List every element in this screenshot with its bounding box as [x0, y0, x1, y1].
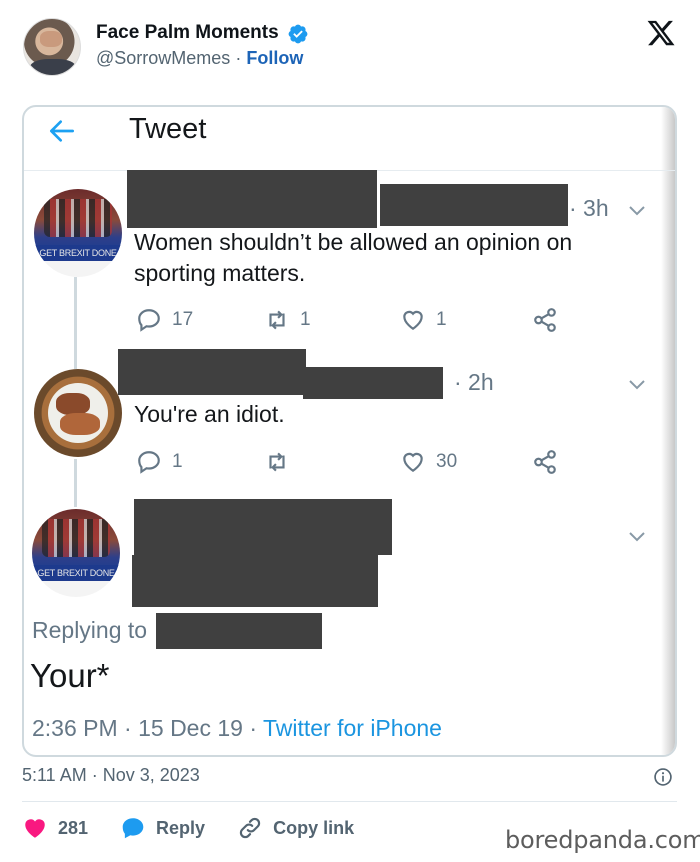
back-arrow-icon — [50, 120, 74, 142]
verified-badge-icon — [288, 24, 308, 44]
tweet1-retweet-action: 1 — [264, 307, 311, 333]
screenshot-footer-source: Twitter for iPhone — [262, 715, 442, 741]
tweet2-reply-action: 1 — [136, 449, 183, 475]
follow-button[interactable]: Follow — [246, 48, 303, 68]
chevron-down-icon — [629, 380, 645, 390]
thread-line — [74, 277, 77, 369]
screenshot-edge-shadow — [661, 107, 675, 755]
reply-label: Reply — [156, 817, 206, 838]
reply-bubble-icon — [138, 451, 160, 474]
avatar-crowd — [42, 519, 110, 557]
like-button[interactable]: 281 — [22, 815, 88, 841]
screenshot-footer: 2:36 PM · 15 Dec 19 · Twitter for iPhone — [32, 715, 442, 742]
redacted-name — [118, 349, 306, 395]
author-avatar[interactable] — [23, 18, 81, 76]
redacted-name — [127, 170, 377, 228]
redacted-handle — [132, 555, 378, 607]
post-actions: 281 Reply Copy link — [22, 813, 386, 843]
avatar-food — [56, 393, 90, 415]
screenshot-topbar: Tweet — [24, 107, 675, 171]
heart-icon — [403, 310, 423, 330]
tweet1-retweet-count: 1 — [300, 309, 311, 330]
heart-filled-icon — [25, 819, 45, 838]
author-handle-row: @SorrowMemes · Follow — [96, 48, 303, 69]
post-card: Face Palm Moments @SorrowMemes · Follow … — [0, 0, 700, 862]
author-handle[interactable]: @SorrowMemes — [96, 48, 230, 68]
redacted-handle — [303, 367, 443, 399]
copy-link-label: Copy link — [273, 817, 355, 838]
redacted-reply-target — [156, 613, 322, 649]
tweet1-time: · 3h — [569, 195, 609, 221]
reply-button[interactable]: Reply — [120, 815, 205, 841]
watermark: boredpanda.com — [505, 826, 700, 854]
tweet1-like-action: 1 — [400, 307, 447, 333]
avatar-banner-text: GET BREXIT DONE — [34, 245, 122, 261]
x-logo-icon[interactable] — [646, 18, 676, 48]
tweet2-retweet-action — [264, 449, 300, 475]
tweet1-avatar: GET BREXIT DONE — [34, 189, 122, 277]
avatar-hand — [40, 31, 62, 47]
like-count: 281 — [58, 817, 89, 838]
replying-to-label: Replying to — [32, 617, 148, 643]
reply-bubble-icon — [138, 309, 160, 332]
avatar-banner-text: GET BREXIT DONE — [32, 565, 120, 581]
screenshot-footer-time: 2:36 PM · 15 Dec 19 · — [32, 715, 263, 741]
info-icon[interactable] — [653, 767, 673, 787]
tweet2-time: · 2h — [454, 369, 494, 395]
retweet-icon — [269, 310, 285, 330]
thread-line — [74, 459, 77, 507]
chevron-down-icon — [629, 206, 645, 216]
screenshot-title: Tweet — [129, 113, 207, 145]
redacted-handle — [380, 184, 568, 226]
tweet2-like-count: 30 — [436, 451, 458, 472]
post-timestamp[interactable]: 5:11 AM · Nov 3, 2023 — [22, 765, 200, 786]
tweet1-reply-count: 17 — [172, 309, 194, 330]
tweet1-text: Women shouldn’t be allowed an opinion on… — [134, 227, 572, 289]
retweet-icon — [269, 452, 285, 472]
tweet2-like-action: 30 — [400, 449, 457, 475]
link-icon — [239, 817, 261, 839]
redacted-name — [134, 499, 392, 555]
tweet2-avatar — [34, 369, 122, 457]
tweet3-avatar: GET BREXIT DONE — [32, 509, 120, 597]
divider — [22, 801, 677, 802]
avatar-shirt — [30, 59, 76, 75]
embedded-screenshot[interactable]: Tweet GET BREXIT DONE · 3h Women shouldn… — [22, 105, 677, 757]
reply-bubble-icon — [122, 818, 144, 839]
avatar-crowd — [44, 199, 112, 237]
author-display-name[interactable]: Face Palm Moments — [96, 22, 279, 44]
tweet1-text-line2: sporting matters. — [134, 260, 306, 286]
tweet1-reply-action: 17 — [136, 307, 193, 333]
avatar-food-side — [60, 413, 100, 435]
reply-text: Your* — [30, 657, 110, 694]
tweet1-like-count: 1 — [436, 309, 447, 330]
share-icon — [534, 450, 556, 474]
tweet2-text: You're an idiot. — [134, 401, 285, 427]
handle-separator: · — [235, 48, 242, 68]
tweet1-text-line1: Women shouldn’t be allowed an opinion on — [134, 229, 573, 255]
heart-icon — [403, 452, 423, 472]
share-icon — [534, 308, 556, 332]
chevron-down-icon — [629, 532, 645, 542]
copy-link-button[interactable]: Copy link — [237, 815, 354, 841]
tweet2-reply-count: 1 — [172, 451, 183, 472]
